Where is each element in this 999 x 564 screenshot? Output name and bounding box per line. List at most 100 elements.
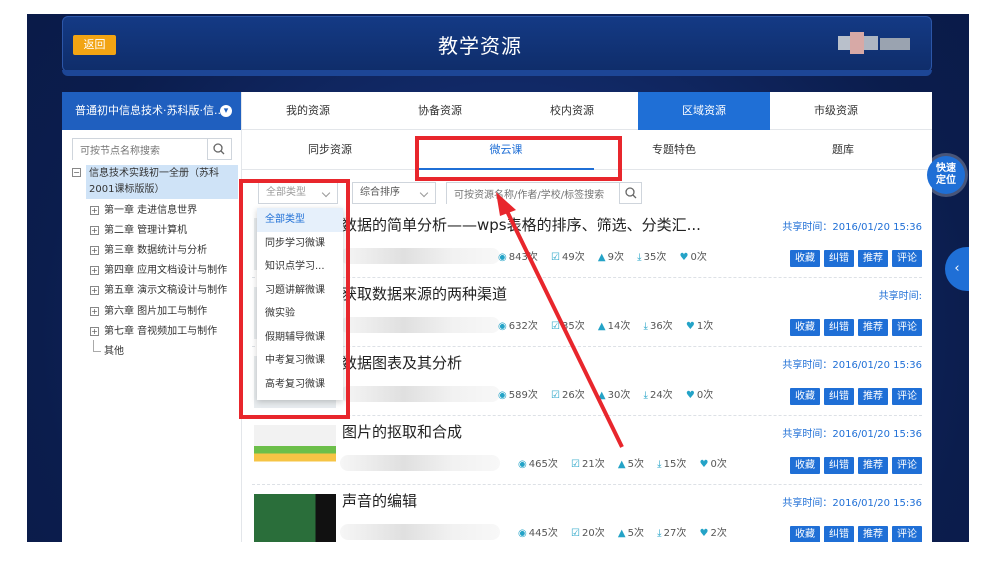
share-time: 共享时间：2016/01/20 15:36: [782, 360, 922, 371]
heart-count: ♥ 1次: [685, 321, 714, 332]
favorite-button[interactable]: 收藏: [790, 319, 820, 336]
tree-search-input[interactable]: [73, 141, 207, 162]
tree-node-label: 第五章 演示文稿设计与制作: [104, 285, 228, 296]
tab-regional-resources[interactable]: 区域资源: [638, 92, 770, 130]
tree-root-node[interactable]: − 信息技术实践初一全册（苏科2001课标版版）: [72, 165, 238, 199]
tab-shared-resources[interactable]: 协备资源: [374, 92, 506, 130]
resource-search-input[interactable]: [447, 185, 619, 206]
expand-icon[interactable]: +: [90, 266, 99, 275]
like-count: ▲ 14次: [597, 321, 631, 332]
tree-node-other[interactable]: 其他: [90, 340, 124, 360]
resource-title[interactable]: 数据图表及其分析: [342, 352, 462, 373]
favorite-button[interactable]: 收藏: [790, 457, 820, 474]
search-icon[interactable]: [207, 139, 231, 159]
report-error-button[interactable]: 纠错: [824, 388, 854, 405]
like-count: ▲ 9次: [597, 252, 624, 263]
user-avatar[interactable]: [838, 32, 912, 54]
resource-item[interactable]: 数据图表及其分析 共享时间：2016/01/20 15:36 ◉ 589次 ☑ 26…: [252, 350, 922, 416]
report-error-button[interactable]: 纠错: [824, 319, 854, 336]
sort-select[interactable]: 综合排序: [352, 182, 436, 204]
recommend-button[interactable]: 推荐: [858, 250, 888, 267]
expand-icon[interactable]: +: [90, 246, 99, 255]
download-count: ⤓ 35次: [637, 252, 667, 263]
quick-locate-button[interactable]: 快速定位: [927, 156, 965, 194]
report-error-button[interactable]: 纠错: [824, 526, 854, 542]
tree-node-chapter-1[interactable]: + 第一章 走进信息世界: [90, 203, 197, 219]
thumbs-up-icon: ▲: [617, 459, 626, 470]
back-button[interactable]: 返回: [73, 35, 116, 55]
recommend-button[interactable]: 推荐: [858, 388, 888, 405]
report-error-button[interactable]: 纠错: [824, 457, 854, 474]
tree-node-chapter-6[interactable]: + 第六章 图片加工与制作: [90, 304, 207, 320]
expand-icon[interactable]: +: [90, 307, 99, 316]
tree-node-label: 第二章 管理计算机: [104, 225, 188, 236]
resource-actions: 收藏 纠错 推荐 评论: [786, 384, 922, 405]
resource-item[interactable]: 声音的编辑 共享时间：2016/01/20 15:36 ◉ 445次 ☑ 20次 ▲…: [252, 488, 922, 542]
tree-node-chapter-4[interactable]: + 第四章 应用文档设计与制作: [90, 263, 227, 279]
tab-school-resources[interactable]: 校内资源: [506, 92, 638, 130]
resource-title[interactable]: 图片的抠取和合成: [342, 421, 462, 442]
expand-icon[interactable]: +: [90, 206, 99, 215]
recommend-button[interactable]: 推荐: [858, 526, 888, 542]
comment-button[interactable]: 评论: [892, 457, 922, 474]
tree-root-label: 信息技术实践初一全册（苏科2001课标版版）: [86, 165, 238, 199]
resource-item[interactable]: 获取数据来源的两种渠道 共享时间: ◉ 632次 ☑ 35次 ▲ 14次 ⤓ 36次 ♥…: [252, 281, 922, 347]
chapter-tree: 普通初中信息技术·苏科版·信... ▾ − 信息技术实践初一全册（苏科2001课…: [62, 92, 242, 542]
resource-title[interactable]: 声音的编辑: [342, 490, 417, 511]
resource-title[interactable]: 获取数据来源的两种渠道: [342, 283, 507, 304]
check-box-icon: ☑: [551, 252, 560, 263]
edit-count: ☑ 20次: [571, 528, 605, 539]
eye-icon: ◉: [498, 321, 507, 332]
report-error-button[interactable]: 纠错: [824, 250, 854, 267]
resource-actions: 收藏 纠错 推荐 评论: [786, 315, 922, 336]
author-info-blurred: [340, 455, 500, 471]
resource-thumbnail[interactable]: [254, 494, 336, 542]
tab-my-resources[interactable]: 我的资源: [242, 92, 374, 130]
resource-search-box: [446, 182, 642, 206]
expand-icon[interactable]: +: [90, 286, 99, 295]
favorite-button[interactable]: 收藏: [790, 388, 820, 405]
resource-title[interactable]: 数据的简单分析——wps表格的排序、筛选、分类汇...: [342, 214, 701, 235]
resource-item[interactable]: 图片的抠取和合成 共享时间：2016/01/20 15:36 ◉ 465次 ☑ 21…: [252, 419, 922, 485]
expand-icon[interactable]: +: [90, 327, 99, 336]
collapse-icon[interactable]: −: [72, 168, 81, 177]
expand-icon[interactable]: +: [90, 226, 99, 235]
search-icon[interactable]: [619, 183, 641, 203]
favorite-button[interactable]: 收藏: [790, 526, 820, 542]
download-count: ⤓ 24次: [643, 390, 673, 401]
tree-node-chapter-2[interactable]: + 第二章 管理计算机: [90, 223, 187, 239]
tree-node-chapter-7[interactable]: + 第七章 音视频加工与制作: [90, 324, 217, 340]
edit-count: ☑ 49次: [551, 252, 585, 263]
heart-count: ♥ 0次: [679, 252, 707, 263]
download-icon: ⤓: [643, 321, 648, 332]
comment-button[interactable]: 评论: [892, 526, 922, 542]
comment-button[interactable]: 评论: [892, 250, 922, 267]
download-count: ⤓ 15次: [657, 459, 687, 470]
comment-button[interactable]: 评论: [892, 388, 922, 405]
tab-sync-resources[interactable]: 同步资源: [242, 130, 418, 170]
download-icon: ⤓: [657, 459, 662, 470]
resource-thumbnail[interactable]: [254, 425, 336, 477]
view-count: ◉ 843次: [498, 252, 538, 263]
tab-city-resources[interactable]: 市级资源: [770, 92, 902, 130]
download-count: ⤓ 27次: [657, 528, 687, 539]
download-icon: ⤓: [637, 252, 642, 263]
eye-icon: ◉: [498, 390, 507, 401]
recommend-button[interactable]: 推荐: [858, 319, 888, 336]
favorite-button[interactable]: 收藏: [790, 250, 820, 267]
chevron-down-icon[interactable]: ▾: [220, 105, 232, 117]
tree-node-chapter-5[interactable]: + 第五章 演示文稿设计与制作: [90, 283, 227, 299]
tree-connector: [93, 340, 101, 352]
thumbs-up-icon: ▲: [597, 321, 606, 332]
annotation-highlight-type-filter: [239, 179, 350, 419]
tree-node-chapter-3[interactable]: + 第三章 数据统计与分析: [90, 243, 207, 259]
tab-question-bank[interactable]: 题库: [754, 130, 932, 170]
recommend-button[interactable]: 推荐: [858, 457, 888, 474]
app-screen: 返回 教学资源 普通初中信息技术·苏科版·信... ▾ − 信息技术实践初一全册…: [0, 0, 999, 564]
sort-value: 综合排序: [360, 187, 400, 198]
textbook-selector[interactable]: 普通初中信息技术·苏科版·信... ▾: [62, 92, 241, 130]
resource-item[interactable]: 数据的简单分析——wps表格的排序、筛选、分类汇... 共享时间：2016/01…: [252, 212, 922, 278]
heart-count: ♥ 2次: [699, 528, 727, 539]
comment-button[interactable]: 评论: [892, 319, 922, 336]
check-box-icon: ☑: [571, 459, 580, 470]
